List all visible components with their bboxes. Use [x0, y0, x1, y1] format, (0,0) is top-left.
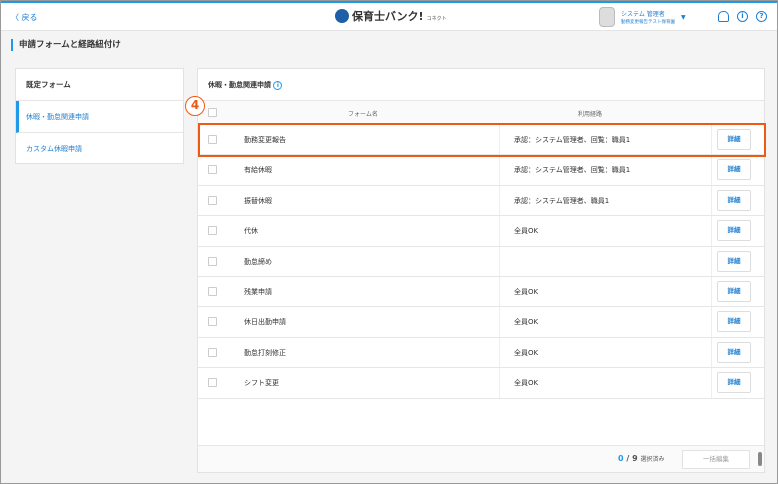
divider [499, 155, 500, 185]
sidebar-item-custom-leave[interactable]: カスタム休暇申請 [16, 133, 183, 165]
highlight-box [198, 123, 766, 157]
row-checkbox[interactable] [208, 195, 217, 205]
logo: 保育士バンク! コネクト [335, 8, 447, 24]
selection-count: 0 / 9 選択済み [618, 454, 664, 463]
form-name: 勤怠打刻修正 [244, 348, 286, 357]
user-name: システム 管理者 [621, 10, 665, 18]
table-row: 代休 全員OK 詳細 [198, 216, 764, 247]
form-name: 有給休暇 [244, 166, 272, 175]
user-menu[interactable]: システム 管理者 勤務変更報告テスト保育園 ▼ [599, 7, 686, 27]
divider [711, 337, 712, 368]
route-text: 承認：システム管理者、職員1 [514, 196, 610, 205]
divider [499, 307, 500, 337]
form-name: 振替休暇 [244, 196, 272, 205]
divider [711, 185, 712, 216]
detail-button[interactable]: 詳細 [717, 280, 751, 302]
form-name: 休日出勤申請 [244, 318, 286, 327]
panel-title-text: 休暇・勤怠関連申請 [208, 81, 271, 89]
select-all-checkbox[interactable] [208, 108, 217, 117]
avatar [599, 7, 615, 27]
selected-label: 選択済み [640, 456, 665, 463]
back-link[interactable]: 〈 戻る [11, 12, 38, 23]
sidebar-heading: 既定フォーム [16, 69, 183, 101]
table-row: 有給休暇 承認：システム管理者、回覧：職員1 詳細 [198, 155, 764, 186]
route-text: 承認：システム管理者、回覧：職員1 [514, 166, 631, 175]
bell-icon[interactable] [718, 11, 729, 22]
form-category-sidebar: 既定フォーム 休暇・勤怠関連申請 カスタム休暇申請 [15, 68, 184, 164]
selected-count: 0 [618, 454, 624, 463]
form-name: 勤怠締め [244, 257, 272, 266]
help-icon[interactable]: ? [756, 11, 767, 22]
divider [711, 155, 712, 185]
column-header-route: 利用経路 [578, 111, 603, 118]
logo-subtext: コネクト [426, 15, 447, 22]
route-text: 全員OK [514, 227, 539, 236]
total-count: / 9 [626, 454, 638, 463]
divider [711, 368, 712, 398]
form-name: 残業申請 [244, 287, 272, 296]
divider [711, 307, 712, 337]
table-header: フォーム名 利用経路 [198, 101, 764, 125]
table-row: 勤怠締め 詳細 [198, 246, 764, 277]
info-icon[interactable]: i [273, 80, 283, 90]
panel-title: 休暇・勤怠関連申請 i [198, 69, 764, 101]
form-name: 代休 [244, 227, 258, 236]
table-row: シフト変更 全員OK 詳細 [198, 368, 764, 399]
detail-button[interactable]: 詳細 [717, 159, 751, 181]
detail-button[interactable]: 詳細 [717, 189, 751, 211]
info-icon[interactable]: i [737, 11, 748, 22]
user-org: 勤務変更報告テスト保育園 [621, 19, 675, 25]
top-bar: 〈 戻る 保育士バンク! コネクト システム 管理者 勤務変更報告テスト保育園 … [1, 3, 777, 31]
step-badge: 4 [185, 96, 205, 116]
table-row: 振替休暇 承認：システム管理者、職員1 詳細 [198, 185, 764, 217]
row-checkbox[interactable] [208, 165, 217, 175]
divider [499, 276, 500, 307]
logo-text: 保育士バンク! [352, 10, 424, 23]
sidebar-item-leave-attendance[interactable]: 休暇・勤怠関連申請 [16, 101, 183, 133]
route-text: 全員OK [514, 287, 539, 296]
divider [711, 276, 712, 307]
divider [499, 337, 500, 368]
detail-button[interactable]: 詳細 [717, 341, 751, 363]
row-checkbox[interactable] [208, 378, 217, 388]
divider [499, 246, 500, 276]
column-header-name: フォーム名 [348, 111, 378, 118]
form-name: シフト変更 [244, 379, 279, 388]
row-checkbox[interactable] [208, 347, 217, 357]
row-checkbox[interactable] [208, 286, 217, 296]
row-checkbox[interactable] [208, 226, 217, 236]
divider [499, 185, 500, 216]
table-row: 休日出勤申請 全員OK 詳細 [198, 307, 764, 338]
divider [711, 216, 712, 246]
table-row: 勤怠打刻修正 全員OK 詳細 [198, 337, 764, 369]
divider [499, 368, 500, 398]
scrollbar[interactable] [758, 452, 762, 466]
route-text: 全員OK [514, 348, 539, 357]
route-text: 全員OK [514, 379, 539, 388]
detail-button[interactable]: 詳細 [717, 250, 751, 272]
detail-button[interactable]: 詳細 [717, 372, 751, 394]
bulk-edit-button[interactable]: 一括編集 [682, 450, 750, 469]
flower-logo-icon [335, 9, 349, 23]
caret-down-icon: ▼ [681, 13, 686, 21]
row-checkbox[interactable] [208, 256, 217, 266]
detail-button[interactable]: 詳細 [717, 220, 751, 242]
row-checkbox[interactable] [208, 317, 217, 327]
divider [711, 246, 712, 276]
divider [499, 216, 500, 246]
table-row: 残業申請 全員OK 詳細 [198, 276, 764, 308]
detail-button[interactable]: 詳細 [717, 311, 751, 333]
route-text: 全員OK [514, 318, 539, 327]
table-footer: 0 / 9 選択済み 一括編集 [198, 445, 764, 472]
page-title: 申請フォームと経路紐付け [11, 39, 121, 51]
